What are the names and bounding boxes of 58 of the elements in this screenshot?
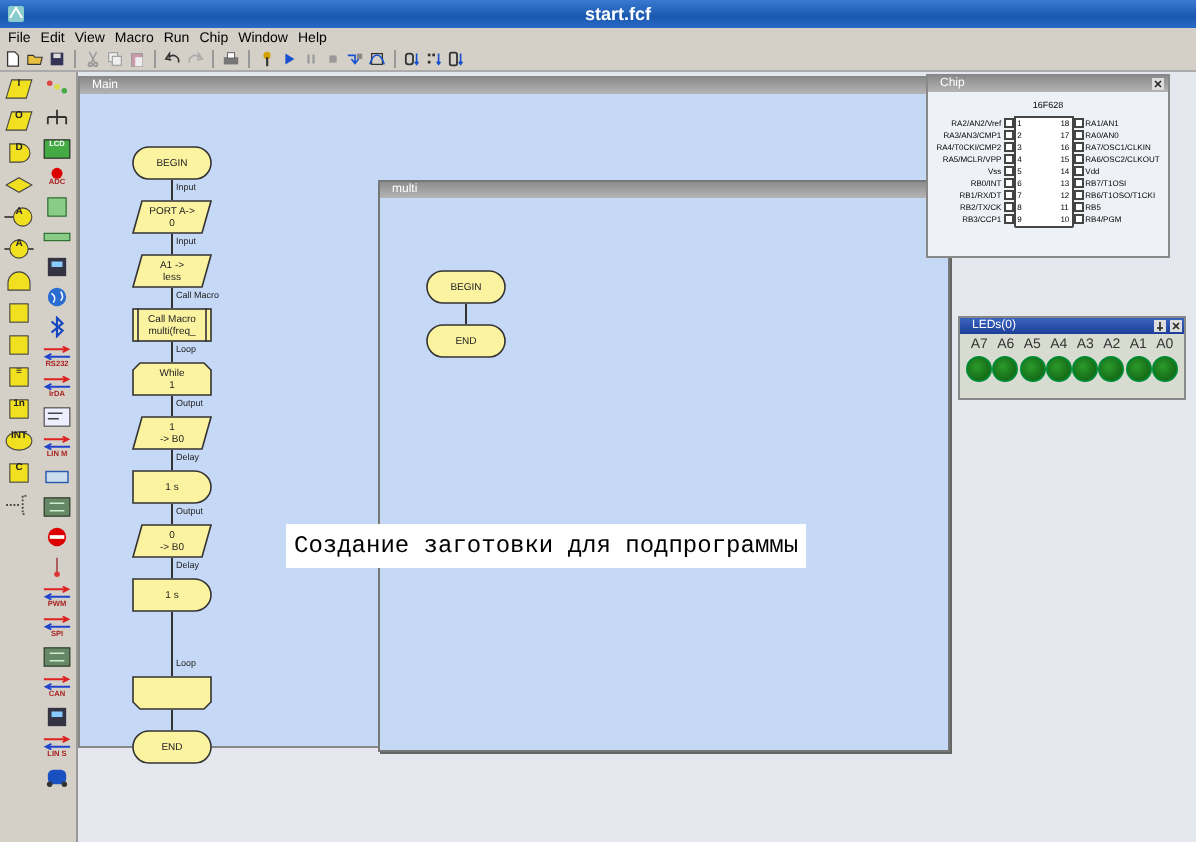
switches-icon: [42, 106, 72, 128]
interrupt-shape-icon: [4, 429, 34, 451]
board-tool[interactable]: [39, 642, 75, 672]
led: [1125, 356, 1152, 382]
board-icon: [42, 646, 72, 668]
step-into-icon[interactable]: [346, 50, 364, 68]
step-over-icon[interactable]: [368, 50, 386, 68]
loop-end-block[interactable]: [132, 676, 212, 710]
close-icon[interactable]: [1152, 78, 1164, 90]
led: [1045, 356, 1072, 382]
arrows-icon: [42, 735, 72, 750]
arrows-icon: [42, 675, 72, 690]
calc-shape-icon: [4, 397, 34, 419]
led: [1019, 356, 1046, 382]
display-tool[interactable]: [39, 402, 75, 432]
input-shape-icon: [4, 77, 34, 99]
open-icon[interactable]: [26, 50, 44, 68]
display-icon: [42, 406, 72, 428]
pin-icon[interactable]: [1154, 320, 1166, 332]
led: [1151, 356, 1178, 382]
delay-shape-icon: [4, 141, 34, 163]
undo-icon[interactable]: [164, 50, 182, 68]
arrows-icon: [42, 585, 72, 600]
robot-icon: [42, 766, 72, 788]
lcd-icon: [42, 137, 72, 160]
board-icon: [42, 496, 72, 518]
compile-icon[interactable]: [404, 50, 422, 68]
decision-shape-icon: [4, 173, 34, 195]
goto-shape-icon: [4, 237, 34, 259]
arrows-icon: [42, 435, 72, 450]
window-title: start.fcf: [582, 4, 653, 24]
close-icon[interactable]: [1170, 320, 1182, 332]
arrows-icon: [42, 375, 72, 390]
arrows-icon: [42, 615, 72, 630]
loop-shape-icon: [4, 269, 34, 291]
key-icon[interactable]: [258, 50, 276, 68]
calc-shape-icon: [4, 365, 34, 387]
caption: Создание заготовки для подпрограммы: [286, 524, 807, 568]
macro-shape-icon: [4, 301, 34, 323]
led: [1072, 356, 1099, 382]
connector-shape-icon: [4, 205, 34, 227]
led: [1098, 356, 1125, 382]
download-icon[interactable]: [426, 50, 444, 68]
macro-shape-icon: [4, 333, 34, 355]
board-tool[interactable]: [39, 492, 75, 522]
output-shape-icon: [4, 109, 34, 131]
globe-icon: [42, 286, 72, 308]
new-icon[interactable]: [4, 50, 22, 68]
print-icon[interactable]: [222, 50, 240, 68]
upload-icon[interactable]: [448, 50, 466, 68]
leds-icon: [42, 76, 72, 98]
play-icon[interactable]: [280, 50, 298, 68]
save-icon[interactable]: [48, 50, 66, 68]
led: [992, 356, 1019, 382]
calc-shape-icon: [4, 461, 34, 483]
arrows-icon: [42, 345, 72, 360]
led: [966, 356, 993, 382]
app-icon: [6, 4, 26, 24]
